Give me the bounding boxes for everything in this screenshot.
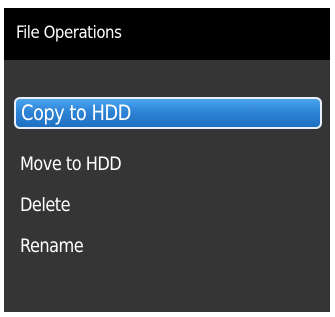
- menu-item-label: Copy to HDD: [21, 101, 131, 125]
- menu-item-label: Rename: [20, 235, 84, 257]
- menu-item-move-to-hdd[interactable]: Move to HDD: [14, 149, 322, 181]
- menu-item-delete[interactable]: Delete: [14, 190, 322, 222]
- file-operations-dialog: File Operations Copy to HDD Move to HDD …: [4, 8, 330, 312]
- menu-item-label: Move to HDD: [20, 153, 122, 175]
- file-operations-menu: Copy to HDD Move to HDD Delete Rename: [4, 8, 330, 312]
- menu-item-rename[interactable]: Rename: [14, 231, 322, 263]
- menu-item-copy-to-hdd[interactable]: Copy to HDD: [14, 97, 322, 129]
- menu-item-label: Delete: [20, 194, 71, 216]
